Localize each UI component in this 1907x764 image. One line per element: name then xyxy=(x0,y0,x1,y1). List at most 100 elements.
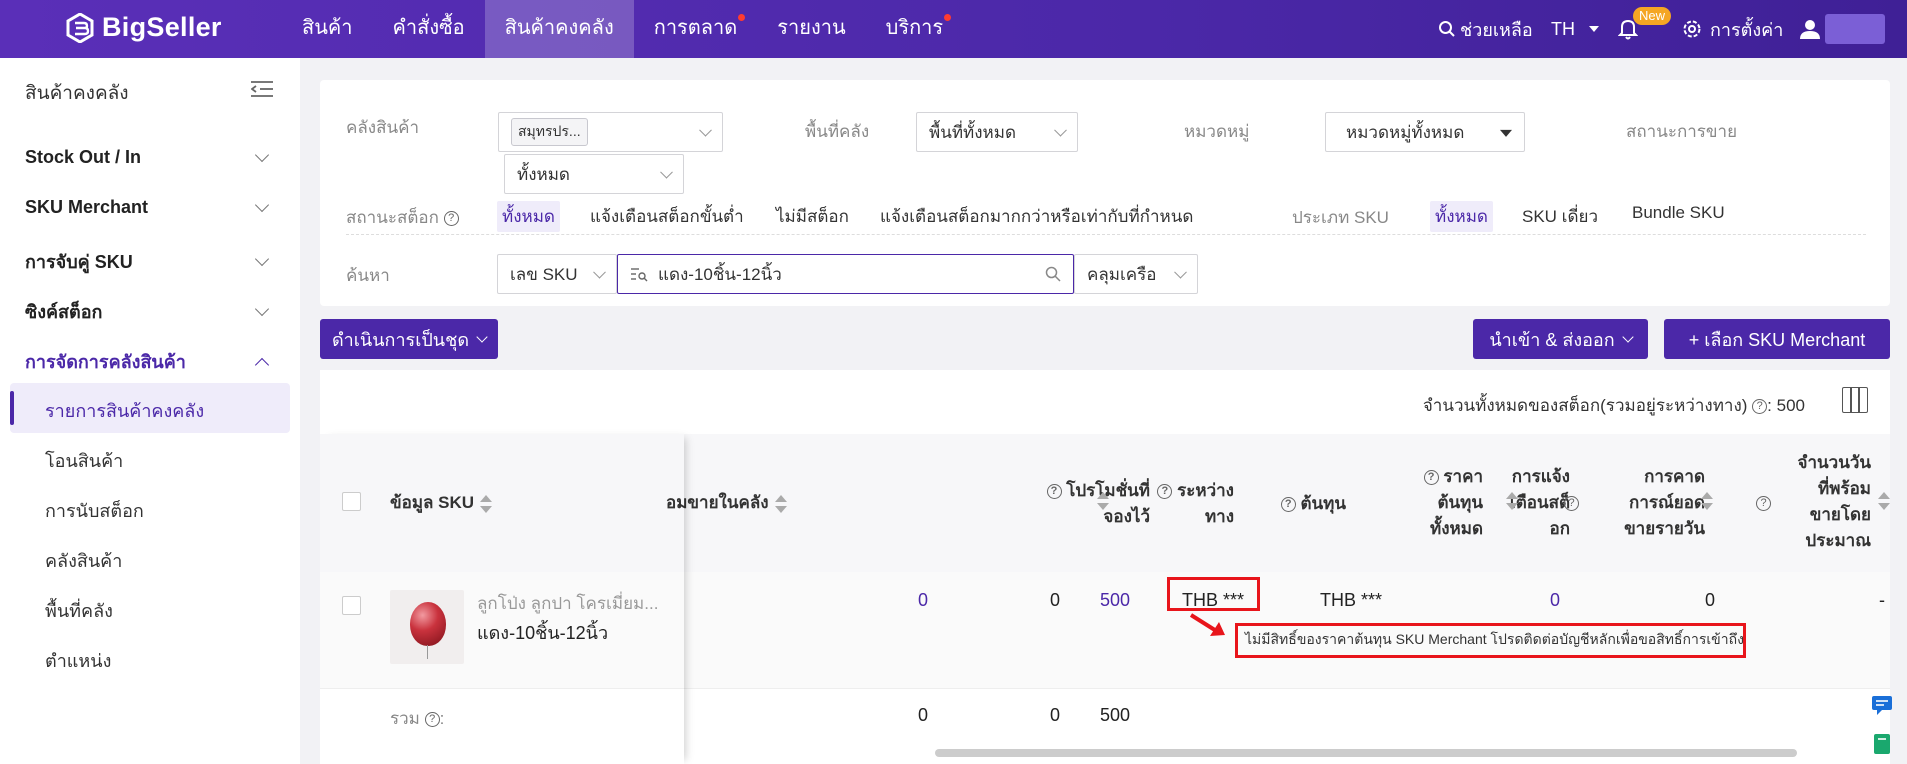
search-field-select[interactable]: เลข SKU xyxy=(497,254,617,294)
sort-icon[interactable] xyxy=(774,494,787,514)
warehouse-select[interactable]: สมุทรปร... xyxy=(498,112,723,152)
chevron-down-icon xyxy=(254,197,270,212)
help-icon[interactable]: ? xyxy=(1756,496,1771,511)
stock-total: จำนวนทั้งหมดของสต็อก(รวมอยู่ระหว่างทาง) … xyxy=(1422,396,1805,415)
sidebar-group-warehouse-management[interactable]: การจัดการคลังสินค้า xyxy=(25,347,275,376)
nav-marketing[interactable]: การตลาด xyxy=(634,0,758,58)
nav-reports[interactable]: รายงาน xyxy=(757,0,865,58)
category-select[interactable]: หมวดหมู่ทั้งหมด xyxy=(1325,112,1525,152)
sidebar-title: สินค้าคงคลัง xyxy=(25,83,129,104)
sort-icon[interactable] xyxy=(1701,491,1713,511)
batch-actions-button[interactable]: ดำเนินการเป็นชุด xyxy=(320,319,498,359)
search-icon[interactable] xyxy=(1045,266,1061,282)
nav-orders[interactable]: คำสั่งซื้อ xyxy=(373,0,485,58)
sku-type-option-single[interactable]: SKU เดี่ยว xyxy=(1522,203,1598,230)
cell-total-cost: THB *** xyxy=(1320,590,1383,610)
help-icon[interactable]: ? xyxy=(1564,496,1579,511)
th-days-line1: จำนวนวัน xyxy=(1797,453,1871,472)
notification-dot xyxy=(944,14,952,21)
user-name-masked[interactable] xyxy=(1825,14,1885,44)
sort-icon[interactable] xyxy=(480,494,493,514)
sidebar-group-sku-merchant[interactable]: SKU Merchant xyxy=(25,197,275,218)
search-input[interactable]: แดง-10ชิ้น-12นิ้ว xyxy=(617,254,1074,294)
sidebar-item-stock-count[interactable]: การนับสต็อก xyxy=(45,496,144,525)
balloon-image xyxy=(410,602,446,659)
sku-type-option-all[interactable]: ทั้งหมด xyxy=(1430,201,1493,232)
sidebar-item-inventory-list[interactable]: รายการสินค้าคงคลัง xyxy=(45,396,204,425)
th-days-line3: ขายโดย xyxy=(1809,505,1871,524)
th-sku-info-label: ข้อมูล SKU xyxy=(390,493,475,512)
sidebar-item-transfer[interactable]: โอนสินค้า xyxy=(45,446,123,475)
sort-icon[interactable] xyxy=(1878,491,1890,511)
stock-option-over[interactable]: แจ้งเตือนสต็อกมากกว่าหรือเท่ากับที่กำหนด xyxy=(880,203,1193,230)
main-nav: สินค้า คำสั่งซื้อ สินค้าคงคลัง การตลาด ร… xyxy=(282,0,963,58)
sku-code[interactable]: แดง-10ชิ้น-12นิ้ว xyxy=(477,618,608,647)
help-icon[interactable]: ? xyxy=(1157,484,1173,500)
product-title[interactable]: ลูกโป่ง ลูกปา โครเมี่ยม... xyxy=(477,590,658,617)
sort-icon[interactable] xyxy=(1506,491,1518,511)
sidebar-group-stock-out-in[interactable]: Stock Out / In xyxy=(25,147,275,168)
nav-services[interactable]: บริการ xyxy=(866,0,964,58)
th-forecast-line2: การณ์ยอด xyxy=(1629,493,1705,512)
help-icon[interactable]: ? xyxy=(1752,399,1768,415)
chevron-down-icon xyxy=(1621,330,1634,343)
caret-down-icon xyxy=(1589,26,1599,32)
nav-products[interactable]: สินค้า xyxy=(282,0,373,58)
settings-link[interactable]: การตั้งค่า xyxy=(1682,0,1783,58)
stock-option-low[interactable]: แจ้งเตือนสต็อกขั้นต่ำ xyxy=(590,203,744,230)
sidebar-item-locations[interactable]: ตำแหน่ง xyxy=(45,646,111,675)
stock-option-all[interactable]: ทั้งหมด xyxy=(497,201,560,232)
book-icon[interactable] xyxy=(1868,730,1896,758)
row-checkbox[interactable] xyxy=(342,596,361,615)
collapse-menu-icon[interactable] xyxy=(251,80,273,98)
sidebar-group-stock-sync[interactable]: ซิงค์สต็อก xyxy=(25,297,275,326)
sku-type-option-bundle[interactable]: Bundle SKU xyxy=(1632,203,1725,223)
sidebar-group-label: SKU Merchant xyxy=(25,197,149,217)
user-avatar-icon[interactable] xyxy=(1800,0,1820,58)
stock-status-label-text: สถานะสต็อก xyxy=(346,208,439,227)
select-sku-merchant-button[interactable]: + เลือก SKU Merchant xyxy=(1664,319,1890,359)
warehouse-secondary-select[interactable]: ทั้งหมด xyxy=(504,154,684,194)
help-icon[interactable]: ? xyxy=(424,712,440,728)
column-settings-icon[interactable] xyxy=(1842,387,1868,413)
chevron-down-icon xyxy=(254,251,270,266)
sidebar-item-warehouses[interactable]: คลังสินค้า xyxy=(45,546,122,575)
new-badge: New xyxy=(1633,7,1672,25)
brand-name: BigSeller xyxy=(102,12,222,42)
sort-icon[interactable] xyxy=(1097,491,1109,511)
help-icon[interactable]: ? xyxy=(443,211,459,227)
warehouse-secondary-value: ทั้งหมด xyxy=(517,164,570,184)
stock-option-none[interactable]: ไม่มีสต็อก xyxy=(776,203,849,230)
cell-transit[interactable]: 500 xyxy=(1010,590,1130,611)
cell-sellable[interactable]: 0 xyxy=(796,590,928,611)
language-select[interactable]: TH xyxy=(1551,0,1599,58)
th-days-line4: ประมาณ xyxy=(1805,531,1871,550)
search-icon xyxy=(1439,21,1455,37)
cell-forecast: 0 xyxy=(1704,590,1715,610)
sidebar-group-label: ซิงค์สต็อก xyxy=(25,302,103,322)
chevron-down-icon xyxy=(699,123,712,137)
th-sellable-label: อมขายในคลัง xyxy=(666,493,769,512)
cell-stock-alert[interactable]: 0 xyxy=(1460,590,1560,611)
select-all-checkbox[interactable] xyxy=(342,492,361,511)
search-mode-select[interactable]: คลุมเครือ xyxy=(1074,254,1198,294)
product-thumbnail[interactable] xyxy=(390,590,464,664)
sidebar-item-zones[interactable]: พื้นที่คลัง xyxy=(45,596,113,625)
sidebar-group-label: การจัดการคลังสินค้า xyxy=(25,352,186,372)
help-icon[interactable]: ? xyxy=(1280,497,1296,513)
filter-panel: คลังสินค้า สมุทรปร... ทั้งหมด พื้นที่คลั… xyxy=(320,80,1890,306)
search-value: แดง-10ชิ้น-12นิ้ว xyxy=(658,264,782,284)
chat-icon[interactable] xyxy=(1868,690,1896,718)
help-link[interactable]: ช่วยเหลือ xyxy=(1438,0,1533,58)
sale-status-label: สถานะการขาย xyxy=(1626,122,1738,141)
bigseller-logo-icon xyxy=(66,12,94,43)
area-select[interactable]: พื้นที่ทั้งหมด xyxy=(916,112,1078,152)
th-sku-info[interactable]: ข้อมูล SKU xyxy=(390,490,493,516)
horizontal-scrollbar[interactable] xyxy=(935,749,1797,757)
import-export-button[interactable]: นำเข้า & ส่งออก xyxy=(1473,319,1648,359)
nav-inventory[interactable]: สินค้าคงคลัง xyxy=(484,0,634,58)
th-stock-alert[interactable]: การแจ้ง เตือนสต็ อก xyxy=(1420,464,1570,542)
bigseller-logo[interactable]: BigSeller xyxy=(66,12,222,43)
sidebar-group-sku-mapping[interactable]: การจับคู่ SKU xyxy=(25,247,275,276)
cell-days: - xyxy=(1879,590,1885,610)
